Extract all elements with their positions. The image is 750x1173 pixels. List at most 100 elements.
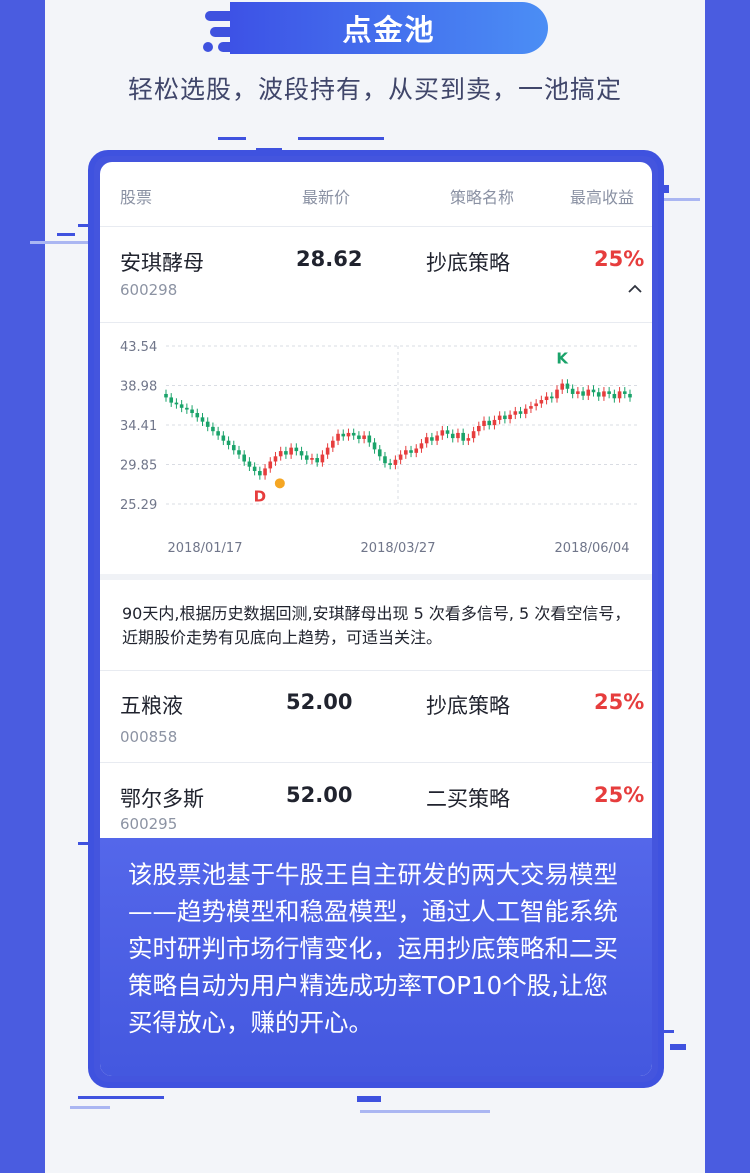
- stock-price: 28.62: [296, 247, 363, 271]
- candle-body: [586, 389, 591, 396]
- candle-body: [555, 389, 559, 399]
- deco-line: [360, 1110, 490, 1113]
- deco-line: [660, 198, 700, 201]
- candle-body: [549, 396, 554, 399]
- y-tick-label: 43.54: [120, 340, 157, 355]
- candle-body: [581, 391, 585, 396]
- candle-body: [304, 455, 309, 460]
- column-header-price: 最新价: [302, 188, 351, 207]
- candle-body: [211, 426, 215, 432]
- stock-code: 000858: [120, 728, 178, 746]
- stock-row[interactable]: 五粮液 000858 52.00 抄底策略 25%: [100, 671, 652, 763]
- candle-body: [377, 449, 382, 457]
- stock-row-expanded[interactable]: 安琪酵母 600298 28.62 抄底策略 25%: [100, 227, 652, 323]
- candle-body: [414, 448, 419, 453]
- candle-body: [445, 430, 450, 434]
- candle-body: [456, 432, 460, 439]
- candle-body: [497, 415, 502, 420]
- candle-body: [461, 432, 465, 441]
- candle-body: [237, 450, 241, 455]
- deco-line: [70, 1106, 110, 1109]
- deco-line: [78, 1096, 164, 1099]
- candle-body: [284, 451, 288, 455]
- chevron-up-icon[interactable]: [627, 284, 643, 294]
- candle-body: [299, 451, 304, 456]
- candle-body: [216, 431, 220, 436]
- stock-name: 五粮液: [120, 694, 183, 718]
- candle-body: [242, 454, 247, 462]
- y-tick-label: 34.41: [120, 419, 157, 434]
- candle-body: [617, 391, 622, 399]
- candle-body: [179, 404, 184, 408]
- candle-body: [607, 391, 611, 394]
- candle-body: [513, 411, 518, 415]
- candle-body: [534, 403, 538, 407]
- candle-body: [529, 406, 533, 409]
- candle-body: [508, 414, 512, 420]
- candle-body: [263, 468, 267, 476]
- candle-body: [164, 393, 168, 398]
- candle-body: [367, 435, 372, 443]
- candle-body: [570, 388, 575, 394]
- x-tick-label: 2018/06/04: [555, 541, 630, 556]
- candle-body: [289, 447, 293, 455]
- page-subtitle: 轻松选股，波段持有，从买到卖，一池搞定: [127, 75, 622, 104]
- x-tick-label: 2018/01/17: [168, 541, 243, 556]
- candle-body: [372, 442, 377, 450]
- candle-body: [362, 435, 366, 439]
- candle-body: [628, 393, 632, 398]
- stock-row[interactable]: 鄂尔多斯 600295 52.00 二买策略 25%: [100, 763, 652, 843]
- candle-body: [393, 459, 398, 465]
- stock-gain: 25%: [594, 690, 645, 714]
- stock-gain: 25%: [594, 247, 645, 271]
- candle-body: [602, 391, 606, 397]
- stock-gain: 25%: [594, 783, 645, 807]
- candle-body: [200, 417, 205, 422]
- candle-body: [268, 461, 273, 469]
- candle-body: [294, 447, 299, 452]
- candle-body: [487, 420, 492, 426]
- stock-strategy: 二买策略: [426, 787, 510, 811]
- candle-body: [471, 431, 476, 439]
- deco-line: [298, 137, 384, 140]
- y-tick-label: 25.29: [120, 498, 157, 513]
- stock-strategy: 抄底策略: [426, 694, 510, 718]
- deco-line: [30, 241, 90, 244]
- candle-body: [195, 413, 200, 418]
- candle-body: [466, 438, 471, 441]
- candle-body: [440, 430, 445, 436]
- candle-body: [492, 419, 497, 426]
- candle-body: [576, 391, 580, 394]
- signal-description: 90天内,根据历史数据回测,安琪酵母出现 5 次看多信号, 5 次看空信号，近期…: [122, 604, 631, 647]
- candle-body: [258, 471, 262, 476]
- x-tick-label: 2018/03/27: [361, 541, 436, 556]
- plus-circle-icon: [274, 478, 285, 489]
- deco-line: [357, 1096, 381, 1102]
- stock-name: 安琪酵母: [120, 251, 204, 275]
- deco-line: [57, 233, 75, 236]
- candle-body: [357, 435, 361, 439]
- pool-intro-text: 该股票池基于牛股王自主研发的两大交易模型——趋势模型和稳盈模型，通过人工智能系统…: [100, 838, 652, 1076]
- candle-body: [247, 461, 252, 467]
- candle-body: [424, 437, 429, 444]
- candle-body: [404, 450, 408, 455]
- candle-body: [388, 463, 392, 465]
- candle-body: [231, 445, 236, 451]
- candle-body: [435, 435, 439, 441]
- candle-body: [341, 433, 346, 437]
- candle-body: [278, 451, 283, 457]
- candle-body: [518, 411, 523, 414]
- stock-code: 600295: [120, 815, 178, 833]
- y-tick-label: 38.98: [120, 379, 157, 394]
- candle-body: [221, 435, 226, 441]
- candle-body: [544, 396, 549, 401]
- stock-price: 52.00: [286, 690, 353, 714]
- y-tick-label: 29.85: [120, 459, 157, 474]
- candle-body: [346, 432, 351, 437]
- header-deco-dot: [203, 42, 213, 52]
- candle-body: [273, 456, 278, 462]
- candle-body: [174, 402, 179, 405]
- candle-body: [612, 393, 617, 399]
- stock-pool-card: 股票 最新价 策略名称 最高收益 安琪酵母 600298 28.62 抄底策略 …: [88, 150, 664, 1088]
- candle-body: [252, 466, 257, 472]
